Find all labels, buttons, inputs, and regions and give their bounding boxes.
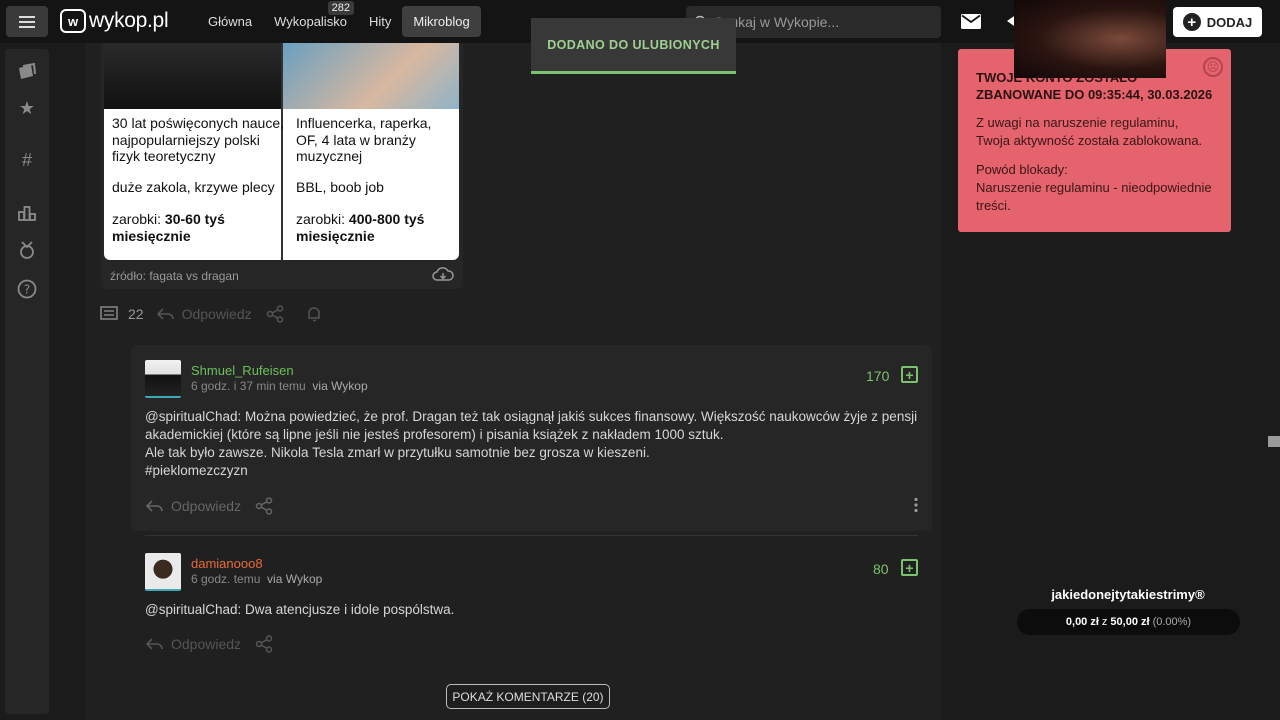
- entry-actions: 22 Odpowiedz: [100, 305, 324, 323]
- ranking-icon[interactable]: [17, 202, 37, 222]
- comment-text: Można powiedzieć, że prof. Dragan też ta…: [145, 409, 918, 442]
- nav-wykopalisko-label: Wykopalisko: [274, 14, 347, 29]
- vote-count: 80: [873, 561, 889, 577]
- reply-icon[interactable]: [145, 637, 163, 651]
- comment-icon[interactable]: [100, 305, 120, 323]
- vote-count: 170: [866, 368, 890, 384]
- add-button[interactable]: + DODAJ: [1173, 7, 1262, 37]
- donation-sep: z: [1101, 616, 1108, 628]
- comment-via: via Wykop: [312, 379, 368, 393]
- comments-count: 22: [128, 306, 144, 322]
- search-input[interactable]: [714, 14, 914, 30]
- reply-icon[interactable]: [156, 307, 174, 321]
- photo-right: [283, 43, 459, 109]
- donation-goal: 50,00 zł: [1110, 616, 1150, 628]
- meme-image[interactable]: 30 lat poświęconych nauce, najpopularnie…: [104, 43, 459, 260]
- nav-mikroblog[interactable]: Mikroblog: [402, 6, 481, 37]
- upvote-button[interactable]: +: [901, 559, 918, 576]
- comment-reply-button[interactable]: Odpowiedz: [171, 636, 241, 652]
- share-icon[interactable]: [255, 497, 273, 515]
- favorite-toast: DODANO DO ULUBIONYCH: [531, 18, 736, 74]
- show-comments-button[interactable]: POKAŻ KOMENTARZE (20): [446, 684, 610, 709]
- add-button-label: DODAJ: [1206, 14, 1253, 30]
- logo-text: wykop.pl: [89, 9, 169, 32]
- sad-face-icon: ☹: [1203, 57, 1223, 77]
- toast-text: DODANO DO ULUBIONYCH: [547, 37, 720, 52]
- nav-hity[interactable]: Hity: [358, 6, 402, 37]
- comment-meta: 6 godz. i 37 min temu via Wykop: [191, 379, 368, 393]
- medal-icon[interactable]: [17, 240, 37, 260]
- nav-wykopalisko[interactable]: Wykopalisko 282: [263, 1, 358, 37]
- comment-time: 6 godz. i 37 min temu: [191, 379, 306, 393]
- meme-left-salary: zarobki: 30-60 tyś miesięcznie: [112, 211, 262, 244]
- meme-left-salary-prefix: zarobki:: [112, 211, 165, 227]
- plus-icon: +: [1182, 13, 1201, 31]
- donation-percent: (0.00%): [1152, 616, 1192, 628]
- mail-icon[interactable]: [961, 14, 981, 29]
- ban-text: Z uwagi na naruszenie regulaminu, Twoja …: [976, 115, 1203, 148]
- comment-body: @spiritualChad: Dwa atencjusze i idole p…: [145, 601, 920, 619]
- bell-add-icon[interactable]: [306, 305, 324, 323]
- meme-right-salary-prefix: zarobki:: [296, 211, 349, 227]
- comment-meta: 6 godz. temu via Wykop: [191, 572, 322, 586]
- meme-left-line2: duże zakola, krzywe plecy: [112, 179, 275, 195]
- photo-left: [104, 43, 281, 109]
- comment-divider: [145, 535, 918, 536]
- comment-via: via Wykop: [267, 572, 323, 586]
- entry-reply-button[interactable]: Odpowiedz: [182, 306, 252, 322]
- comment-actions: Odpowiedz: [145, 497, 273, 515]
- svg-text:?: ?: [24, 283, 30, 297]
- share-icon[interactable]: [255, 635, 273, 653]
- avatar[interactable]: [145, 553, 181, 591]
- ban-reason-label: Powód blokady:: [976, 162, 1068, 177]
- ban-reason: Powód blokady: Naruszenie regulaminu - ni…: [976, 161, 1213, 215]
- share-icon[interactable]: [266, 305, 284, 323]
- comment-time: 6 godz. temu: [191, 572, 261, 586]
- comment-username[interactable]: damianooo8: [191, 556, 263, 571]
- meme-left-line1: 30 lat poświęconych nauce, najpopularnie…: [112, 115, 284, 164]
- ban-reason-text: Naruszenie regulaminu - nieodpowiednie t…: [976, 180, 1212, 213]
- scrollbar-thumb[interactable]: [1268, 436, 1280, 447]
- logo[interactable]: w wykop.pl: [60, 9, 169, 33]
- main-nav: Główna Wykopalisko 282 Hity Mikroblog: [197, 1, 481, 37]
- meme-right-salary: zarobki: 400-800 tyś miesięcznie: [296, 211, 446, 244]
- more-icon[interactable]: [913, 497, 919, 513]
- comment-text: Dwa atencjusze i idole pospólstwa.: [245, 602, 455, 617]
- upvote-button[interactable]: +: [901, 366, 918, 383]
- webcam-overlay: [1014, 0, 1166, 78]
- hashtag-icon[interactable]: #: [17, 150, 37, 170]
- donation-current: 0,00 zł: [1065, 616, 1099, 628]
- comment-username[interactable]: Shmuel_Rufeisen: [191, 363, 294, 378]
- comment-text-2: Ale tak było zawsze. Nikola Tesla zmarł …: [145, 445, 650, 460]
- menu-icon[interactable]: [6, 6, 48, 37]
- meme-right-line2: BBL, boob job: [296, 179, 384, 195]
- cloud-download-icon[interactable]: [432, 266, 454, 282]
- logo-mark: w: [60, 9, 86, 33]
- meme-right-line1: Influencerka, raperka, OF, 4 lata w bran…: [296, 115, 432, 164]
- comment-reply-button[interactable]: Odpowiedz: [171, 498, 241, 514]
- comment-actions: Odpowiedz: [145, 635, 273, 653]
- mention-link[interactable]: @spiritualChad:: [145, 602, 241, 617]
- stack-icon[interactable]: [17, 62, 37, 82]
- donation-progress: 0,00 zł z 50,00 zł (0.00%): [1017, 609, 1240, 635]
- donation-title: jakiedonejtytakiestrimy®: [1051, 587, 1205, 602]
- left-sidebar: ★ # ?: [5, 49, 49, 714]
- help-icon[interactable]: ?: [17, 279, 37, 299]
- nav-glowna[interactable]: Główna: [197, 6, 263, 37]
- mention-link[interactable]: @spiritualChad:: [145, 409, 241, 424]
- wykopalisko-count-badge: 282: [327, 1, 354, 15]
- reply-icon[interactable]: [145, 499, 163, 513]
- image-source: źródło: fagata vs dragan: [110, 269, 239, 283]
- star-icon[interactable]: ★: [17, 98, 37, 118]
- avatar[interactable]: [145, 360, 181, 398]
- comment-body: @spiritualChad: Można powiedzieć, że pro…: [145, 408, 920, 480]
- hashtag-link[interactable]: #pieklomezczyzn: [145, 463, 248, 478]
